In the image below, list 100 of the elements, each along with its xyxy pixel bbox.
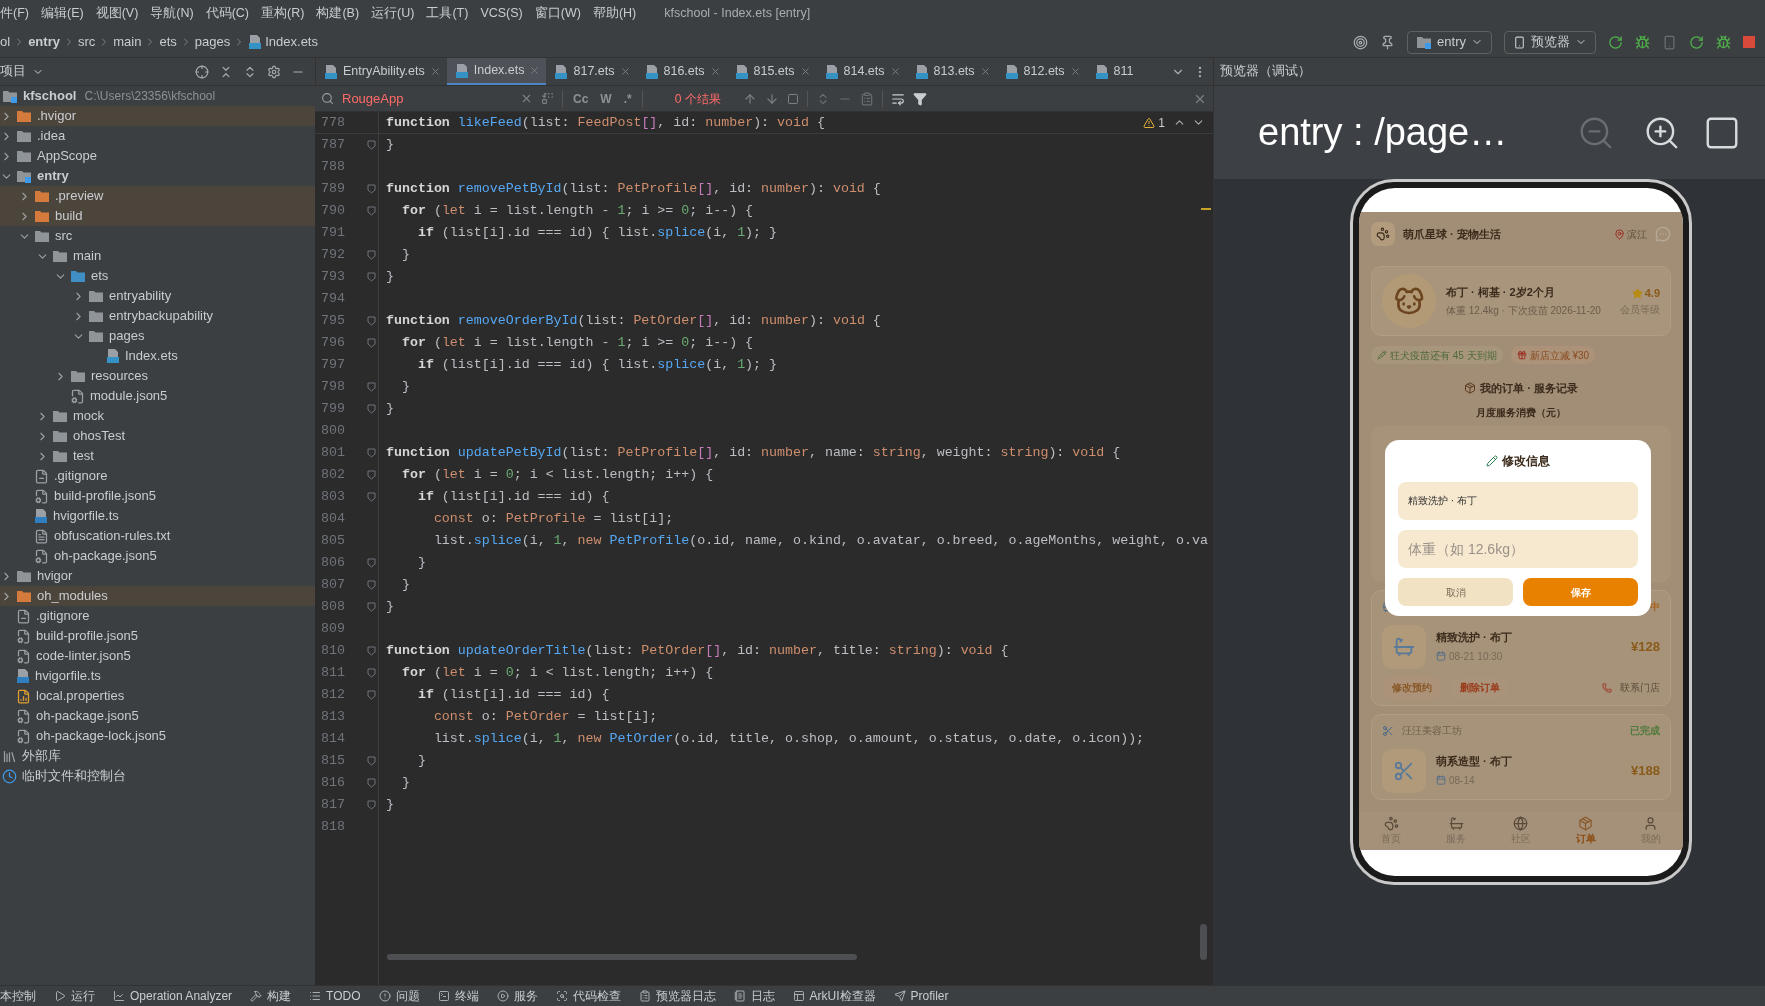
run-config-dropdown[interactable]: entry [1407, 30, 1492, 54]
breadcrumb[interactable]: ol [0, 32, 11, 52]
tree-item[interactable]: entry [37, 166, 69, 186]
tree-item[interactable]: build [55, 206, 83, 226]
fold-marker-icon[interactable] [366, 250, 376, 260]
menu-item[interactable]: 窗口(W) [528, 4, 587, 23]
tree-item[interactable]: module.json5 [90, 386, 168, 406]
breadcrumb[interactable]: main [113, 32, 142, 52]
search-field[interactable]: RougeApp [342, 88, 512, 109]
close-icon[interactable] [429, 66, 441, 77]
collapse-icon[interactable] [219, 64, 233, 79]
tree-item[interactable]: .hvigor [37, 106, 77, 126]
tree-item[interactable]: entryability [109, 286, 172, 306]
clear-icon[interactable] [520, 92, 533, 105]
close-icon[interactable] [889, 66, 901, 77]
tool-window-button[interactable]: 服务 [496, 987, 538, 1005]
tree-item[interactable]: oh-package.json5 [36, 706, 139, 726]
fold-marker-icon[interactable] [366, 448, 376, 458]
tool-window-button[interactable]: 问题 [378, 987, 420, 1005]
tool-window-button[interactable]: ArkUI检查器 [792, 987, 876, 1005]
tree-item[interactable]: local.properties [36, 686, 125, 706]
filter-lines-icon[interactable] [890, 91, 905, 106]
close-icon[interactable] [1069, 66, 1081, 77]
menu-item[interactable]: 视图(V) [89, 4, 145, 23]
tree-item[interactable]: resources [91, 366, 149, 386]
tree-item[interactable]: build-profile.json5 [54, 486, 156, 506]
tree-item[interactable]: main [73, 246, 102, 266]
tree-item[interactable]: oh-package-lock.json5 [36, 726, 167, 746]
tree-item[interactable]: .idea [37, 126, 66, 146]
tree-item[interactable]: obfuscation-rules.txt [54, 526, 171, 546]
tree-item[interactable]: mock [73, 406, 105, 426]
tool-window-button[interactable]: 终端 [437, 987, 479, 1005]
pin-icon[interactable] [1380, 34, 1396, 50]
input-field[interactable]: 精致洗护 · 布丁 [1398, 482, 1638, 520]
menu-item[interactable]: 件(F) [0, 4, 35, 23]
refresh-icon[interactable] [1608, 34, 1623, 50]
menu-item[interactable]: 重构(R) [255, 4, 311, 23]
tree-item[interactable]: .gitignore [54, 466, 108, 486]
select-occurrences-icon[interactable] [859, 91, 874, 106]
close-icon[interactable] [709, 66, 721, 77]
filter-icon[interactable] [912, 91, 927, 106]
tree-item[interactable]: build-profile.json5 [36, 626, 138, 646]
editor-tab[interactable]: 815.ets [726, 58, 817, 85]
fold-marker-icon[interactable] [366, 558, 376, 568]
close-icon[interactable] [619, 66, 631, 77]
fold-marker-icon[interactable] [366, 272, 376, 282]
tool-window-button[interactable]: TODO [309, 987, 361, 1005]
breadcrumb[interactable]: pages [194, 32, 231, 52]
tree-item[interactable]: Index.ets [125, 346, 178, 366]
tree-item[interactable]: code-linter.json5 [36, 646, 131, 666]
tree-item[interactable]: .gitignore [36, 606, 90, 626]
fold-marker-icon[interactable] [366, 470, 376, 480]
input-field[interactable]: 体重（如 12.6kg） [1398, 530, 1638, 568]
cancel-button[interactable]: 取消 [1398, 578, 1513, 606]
fold-marker-icon[interactable] [366, 778, 376, 788]
editor-tab[interactable]: Index.ets [446, 58, 547, 85]
breadcrumb[interactable]: ets [159, 32, 177, 52]
settings-icon[interactable] [267, 64, 281, 79]
bug-icon[interactable] [1635, 34, 1650, 50]
warning-marker[interactable] [1201, 208, 1211, 210]
fold-marker-icon[interactable] [366, 140, 376, 150]
editor-tab[interactable]: 813.ets [906, 58, 997, 85]
editor-tab[interactable]: 814.ets [816, 58, 907, 85]
close-icon[interactable] [979, 66, 991, 77]
tree-item[interactable]: 临时文件和控制台 [22, 766, 126, 786]
rerun-icon[interactable] [1689, 34, 1704, 50]
tool-window-button[interactable]: 预览器日志 [638, 987, 716, 1005]
scrollbar-thumb[interactable] [387, 954, 857, 960]
tree-item[interactable]: pages [109, 326, 145, 346]
fold-marker-icon[interactable] [366, 668, 376, 678]
tree-item[interactable]: ohosTest [73, 426, 126, 446]
tool-window-button[interactable]: 本控制 [0, 987, 36, 1005]
breadcrumb[interactable]: src [77, 32, 96, 52]
select-all-icon[interactable] [786, 92, 799, 105]
tree-item[interactable]: oh-package.json5 [54, 546, 157, 566]
fold-marker-icon[interactable] [366, 492, 376, 502]
target-icon[interactable] [1353, 34, 1369, 50]
fold-marker-icon[interactable] [366, 316, 376, 326]
tree-item[interactable]: ets [91, 266, 109, 286]
menu-item[interactable]: VCS(S) [474, 4, 529, 23]
tool-window-button[interactable]: 代码检查 [555, 987, 621, 1005]
fold-marker-icon[interactable] [366, 206, 376, 216]
tree-item[interactable]: entrybackupability [109, 306, 214, 326]
editor-tab[interactable]: 816.ets [636, 58, 727, 85]
panel-title[interactable]: 项目 [0, 62, 26, 81]
tree-item[interactable]: AppScope [37, 146, 97, 166]
menu-item[interactable]: 编辑(E) [34, 4, 90, 23]
tree-item[interactable]: .preview [55, 186, 104, 206]
locate-icon[interactable] [195, 64, 209, 79]
menu-item[interactable]: 导航(N) [144, 4, 200, 23]
tool-window-button[interactable]: 日志 [733, 987, 775, 1005]
search-icon[interactable] [321, 92, 334, 105]
editor-tab[interactable]: EntryAbility.ets [316, 58, 447, 85]
breadcrumb[interactable]: Index.ets [265, 32, 318, 52]
tool-window-button[interactable]: Operation Analyzer [113, 987, 233, 1005]
tree-item[interactable]: 外部库 [22, 746, 61, 766]
tree-item[interactable]: hvigor [37, 566, 73, 586]
fold-marker-icon[interactable] [366, 690, 376, 700]
menu-item[interactable]: 工具(T) [420, 4, 475, 23]
menu-item[interactable]: 代码(C) [199, 4, 256, 23]
